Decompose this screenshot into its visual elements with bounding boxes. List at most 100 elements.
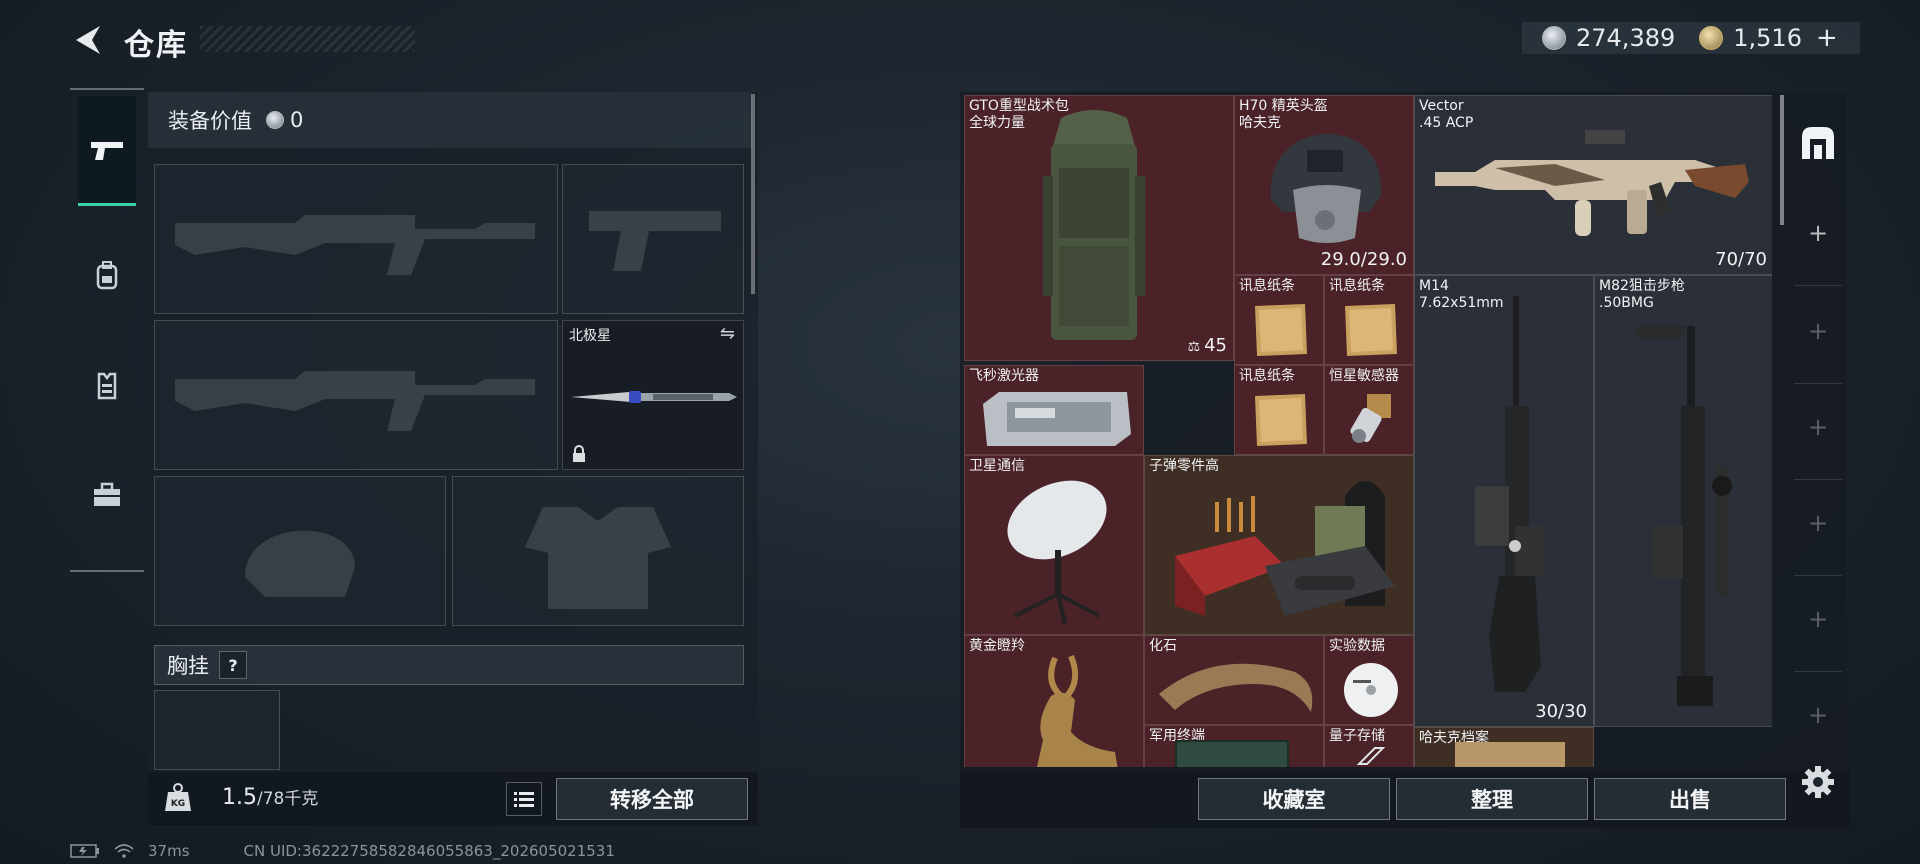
item-note-3[interactable]: 讯息纸条 (1234, 365, 1324, 455)
ammo-crate-image (1175, 481, 1395, 616)
data-disc-image (1344, 663, 1398, 717)
knife-icon (571, 391, 737, 403)
weight-kg-icon: KG (165, 783, 191, 811)
item-vector[interactable]: Vector .45 ACP 70/70 (1414, 95, 1772, 275)
item-name: 讯息纸条 (1239, 368, 1295, 384)
paper-note-image (1345, 304, 1397, 356)
item-m82[interactable]: M82狙击步枪 .50BMG (1594, 275, 1772, 727)
stash-grid: GTO重型战术包 全球力量 ⚖ 45 H70 精英头盔 哈夫克 29.0/29.0… (964, 95, 1772, 767)
item-name: M82狙击步枪 .50BMG (1599, 278, 1685, 311)
item-laser[interactable]: 飞秒激光器 (964, 365, 1144, 455)
pistol-icon (91, 141, 123, 160)
item-m14[interactable]: M14 7.62x51mm 30/30 (1414, 275, 1594, 727)
item-backpack[interactable]: GTO重型战术包 全球力量 ⚖ 45 (964, 95, 1234, 361)
secondary-weapon-slot[interactable] (154, 320, 558, 470)
help-icon[interactable]: ? (219, 651, 247, 679)
swap-icon[interactable]: ⇋ (720, 323, 735, 344)
locked-page-slot[interactable]: + (1808, 413, 1828, 441)
stash-scrollbar[interactable] (1780, 95, 1784, 225)
lock-icon (573, 445, 585, 462)
silver-coin-icon (266, 111, 284, 129)
settings-gear-icon[interactable] (1800, 764, 1836, 800)
item-helmet[interactable]: H70 精英头盔 哈夫克 29.0/29.0 (1234, 95, 1414, 275)
item-name: 讯息纸条 (1239, 278, 1295, 294)
item-name: 讯息纸条 (1329, 278, 1385, 294)
rifle-m14-image (1475, 296, 1545, 692)
item-name: 飞秒激光器 (969, 368, 1039, 384)
item-ammo-parts[interactable]: 子弹零件高 (1144, 455, 1414, 635)
item-quantum-storage[interactable]: 量子存储 (1324, 725, 1414, 767)
wifi-icon (114, 844, 134, 858)
primary-weapon-slot[interactable] (154, 164, 558, 314)
ping-value: 37ms (148, 842, 190, 860)
item-count: ⚖ 45 (1187, 335, 1227, 356)
stash-home-icon[interactable] (1798, 123, 1838, 163)
status-line: 37ms CN UID:36222758582846055863_2026050… (70, 842, 615, 860)
equipment-value-header: 装备价值 0 (148, 92, 752, 148)
tab-backpack[interactable] (78, 220, 136, 330)
item-archive[interactable]: 哈夫克档案 (1414, 727, 1594, 767)
melee-slot[interactable]: 北极星 ⇋ (562, 320, 744, 470)
collection-room-button[interactable]: 收藏室 (1198, 778, 1390, 820)
back-arrow-icon[interactable] (70, 22, 106, 58)
stash-page-rail: + + + + + + (1790, 95, 1846, 767)
item-sensor[interactable]: 恒星敏感器 (1324, 365, 1414, 455)
organize-button[interactable]: 整理 (1396, 778, 1588, 820)
chest-rig-label: 胸挂 (167, 654, 209, 678)
locked-page-slot[interactable]: + (1808, 605, 1828, 633)
chest-rig-slot[interactable] (154, 690, 280, 770)
item-name: 化石 (1149, 638, 1177, 654)
archive-folder-image (1455, 742, 1565, 767)
paper-note-image (1255, 304, 1307, 356)
left-scrollbar[interactable] (751, 94, 755, 294)
add-currency-button[interactable]: + (1816, 23, 1838, 53)
rifle-silhouette-icon (175, 371, 535, 431)
item-name: H70 精英头盔 哈夫克 (1239, 98, 1328, 131)
sell-button[interactable]: 出售 (1594, 778, 1786, 820)
locked-page-slot[interactable]: + (1808, 701, 1828, 729)
tab-weapons[interactable] (78, 96, 136, 206)
item-note-1[interactable]: 讯息纸条 (1234, 275, 1324, 365)
laser-device-image (983, 392, 1131, 446)
gold-amount: 1,516 (1733, 24, 1802, 52)
locked-page-slot[interactable]: + (1808, 317, 1828, 345)
sidearm-slot[interactable] (562, 164, 744, 314)
item-golden-gazelle[interactable]: 黄金瞪羚 (964, 635, 1144, 767)
vest-icon (97, 372, 117, 400)
list-view-button[interactable] (506, 782, 542, 816)
list-icon (514, 792, 534, 807)
item-fossil[interactable]: 化石 (1144, 635, 1324, 725)
item-name: 卫星通信 (969, 458, 1025, 474)
item-military-terminal[interactable]: 军用终端 (1144, 725, 1324, 767)
item-note-2[interactable]: 讯息纸条 (1324, 275, 1414, 365)
silver-amount: 274,389 (1576, 24, 1676, 52)
armor-silhouette-icon (525, 507, 671, 609)
equipment-value: 0 (290, 108, 304, 132)
transfer-all-button[interactable]: 转移全部 (556, 778, 748, 820)
helmet-slot[interactable] (154, 476, 446, 626)
weight-value: 1.5 (222, 785, 257, 810)
uid-text: CN UID:36222758582846055863_202605021531 (243, 842, 615, 860)
briefcase-icon (94, 482, 120, 506)
item-satcom[interactable]: 卫星通信 (964, 455, 1144, 635)
tab-vest[interactable] (78, 330, 136, 440)
pistol-silhouette-icon (589, 211, 721, 271)
item-name: 恒星敏感器 (1329, 368, 1399, 384)
terminal-image (1175, 740, 1289, 767)
tab-case[interactable] (78, 440, 136, 550)
locked-page-slot[interactable]: + (1808, 509, 1828, 537)
item-name: 实验数据 (1329, 638, 1385, 654)
add-page-button[interactable]: + (1808, 219, 1828, 247)
backpack-icon (96, 261, 118, 290)
fossil-claw-image (1159, 663, 1313, 712)
sniper-rifle-image (1635, 326, 1732, 706)
paper-note-image (1255, 394, 1307, 446)
weight-capacity: /78千克 (257, 789, 319, 809)
battery-icon (70, 844, 99, 858)
category-tab-rail (70, 88, 144, 572)
armor-slot[interactable] (452, 476, 744, 626)
currency-bar: 274,389 1,516 + (1522, 22, 1860, 54)
silver-coin-icon (1542, 26, 1566, 50)
svg-text:KG: KG (171, 799, 185, 809)
item-experiment-data[interactable]: 实验数据 (1324, 635, 1414, 725)
